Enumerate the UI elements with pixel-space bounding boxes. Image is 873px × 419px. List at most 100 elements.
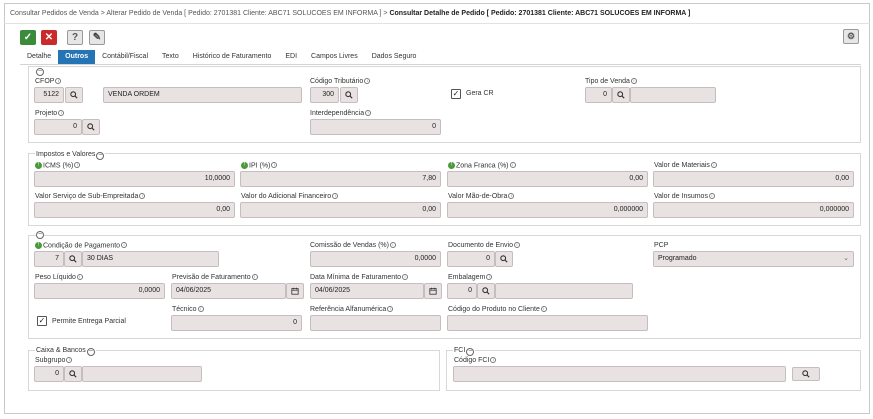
subgrupo-search-button[interactable] [64,366,82,382]
valor-mao-obra-field[interactable]: 0,000000 [447,202,648,218]
tipo-venda-code-field[interactable]: 0 [585,87,612,103]
info-icon: i [402,274,409,280]
valor-materiais-field[interactable]: 0,00 [653,171,854,187]
check-icon: ✓ [23,31,33,43]
tab-texto[interactable]: Texto [155,50,186,64]
tipo-venda-search-button[interactable] [612,87,630,103]
zona-franca-label: ! Zona Franca (%) i [448,162,516,169]
search-icon [617,91,625,99]
doc-envio-field[interactable]: 0 [447,251,495,267]
tab-campos-livres[interactable]: Campos Livres [304,50,365,64]
tipo-venda-label: Tipo de Venda i [585,78,637,85]
projeto-field[interactable]: 0 [34,119,82,135]
cond-pagamento-code-field[interactable]: 7 [34,251,64,267]
breadcrumb: Consultar Pedidos de Venda > Alterar Ped… [10,10,690,17]
cancel-button[interactable]: ✕ [41,30,57,45]
tab-historico-faturamento[interactable]: Histórico de Faturamento [186,50,279,64]
tab-contabil-fiscal[interactable]: Contábil/Fiscal [95,50,155,64]
codigo-fci-field[interactable] [453,366,786,382]
icms-label: ! ICMS (%) i [35,162,81,169]
search-icon [69,370,77,378]
info-icon: i [365,110,372,116]
collapse-caixa-icon[interactable]: − [86,348,95,356]
impostos-title: Impostos e Valores − [35,151,106,160]
data-min-faturamento-calendar-button[interactable] [424,283,442,299]
peso-field[interactable]: 0,0000 [34,283,165,299]
cod-tributario-field[interactable]: 300 [310,87,339,103]
cfop-description-field[interactable]: VENDA ORDEM [103,87,302,103]
search-icon [345,91,353,99]
info-icon: i [271,162,278,168]
tools-button[interactable]: ✎ [89,30,105,45]
collapse-general-icon[interactable]: − [36,68,44,76]
info-icon: i [332,193,339,199]
projeto-search-button[interactable] [82,119,100,135]
info-icon: i [540,306,547,312]
projeto-label: Projeto i [35,110,65,117]
tab-outros[interactable]: Outros [58,50,96,64]
ipi-label: ! IPI (%) i [241,162,278,169]
valor-mao-obra-label: Valor Mão-de-Obra i [448,193,515,200]
tab-detalhe[interactable]: Detalhe [20,50,58,64]
valor-servico-field[interactable]: 0,00 [34,202,235,218]
embalagem-search-button[interactable] [477,283,495,299]
help-button[interactable]: ? [67,30,83,45]
icms-field[interactable]: 10,0000 [34,171,235,187]
cond-pagamento-search-button[interactable] [64,251,82,267]
info-icon: i [74,162,81,168]
subgrupo-code-field[interactable]: 0 [34,366,64,382]
interdependencia-field[interactable]: 0 [310,119,441,135]
zona-franca-field[interactable]: 0,00 [447,171,648,187]
tipo-venda-description-field[interactable] [630,87,716,103]
valor-insumos-field[interactable]: 0,000000 [653,202,854,218]
breadcrumb-item-consultar-pedidos[interactable]: Consultar Pedidos de Venda [10,10,99,17]
info-icon: i [139,193,146,199]
required-indicator-icon: ! [241,162,248,169]
cod-tributario-search-button[interactable] [340,87,358,103]
embalagem-description-field[interactable] [495,283,633,299]
cond-pagamento-label: ! Condição de Pagamento i [35,242,128,249]
subgrupo-description-field[interactable] [82,366,202,382]
tab-bar: Detalhe Outros Contábil/Fiscal Texto His… [20,50,423,64]
ref-alfanumerica-field[interactable] [310,315,441,331]
prev-faturamento-calendar-button[interactable] [286,283,304,299]
collapse-fci-icon[interactable]: − [466,348,475,356]
pcp-selected-value: Programado [658,255,697,262]
permite-entrega-parcial-label: Permite Entrega Parcial [52,318,126,325]
cfop-search-button[interactable] [65,87,83,103]
search-icon [70,91,78,99]
breadcrumb-item-alterar-pedido[interactable]: Alterar Pedido de Venda [ Pedido: 270138… [106,10,381,17]
info-icon: i [58,110,65,116]
tab-edi[interactable]: EDI [278,50,304,64]
calendar-icon [291,287,299,295]
confirm-button[interactable]: ✓ [20,30,36,45]
cod-produto-cliente-field[interactable] [447,315,648,331]
info-icon: i [251,274,258,280]
prev-faturamento-label: Previsão de Faturamento i [172,274,258,281]
valor-adicional-field[interactable]: 0,00 [240,202,441,218]
pcp-select[interactable]: Programado ⌄ [653,251,854,267]
data-min-faturamento-label: Data Mínima de Faturamento i [310,274,409,281]
ipi-field[interactable]: 7,80 [240,171,441,187]
general-section [28,66,861,143]
gera-cr-checkbox[interactable]: ✓ [451,89,461,99]
breadcrumb-current: Consultar Detalhe de Pedido [ Pedido: 27… [389,10,691,17]
close-icon: ✕ [44,31,54,43]
doc-envio-search-button[interactable] [495,251,513,267]
search-icon [500,255,508,263]
cfop-code-field[interactable]: 5122 [34,87,64,103]
collapse-pagamento-icon[interactable]: − [36,231,44,239]
tab-dados-seguro[interactable]: Dados Seguro [365,50,424,64]
embalagem-code-field[interactable]: 0 [447,283,477,299]
data-min-faturamento-field[interactable]: 04/06/2025 [310,283,424,299]
codigo-fci-search-button[interactable] [792,367,820,381]
cond-pagamento-description-field[interactable]: 30 DIAS [82,251,219,267]
comissao-field[interactable]: 0,0000 [310,251,441,267]
permite-entrega-parcial-checkbox[interactable]: ✓ [37,316,47,326]
tecnico-field[interactable]: 0 [171,315,302,331]
collapse-impostos-icon[interactable]: − [96,152,105,160]
info-icon: i [66,357,73,363]
gear-icon: ⚙ [846,31,856,41]
prev-faturamento-field[interactable]: 04/06/2025 [171,283,286,299]
settings-button[interactable]: ⚙ [843,29,859,44]
